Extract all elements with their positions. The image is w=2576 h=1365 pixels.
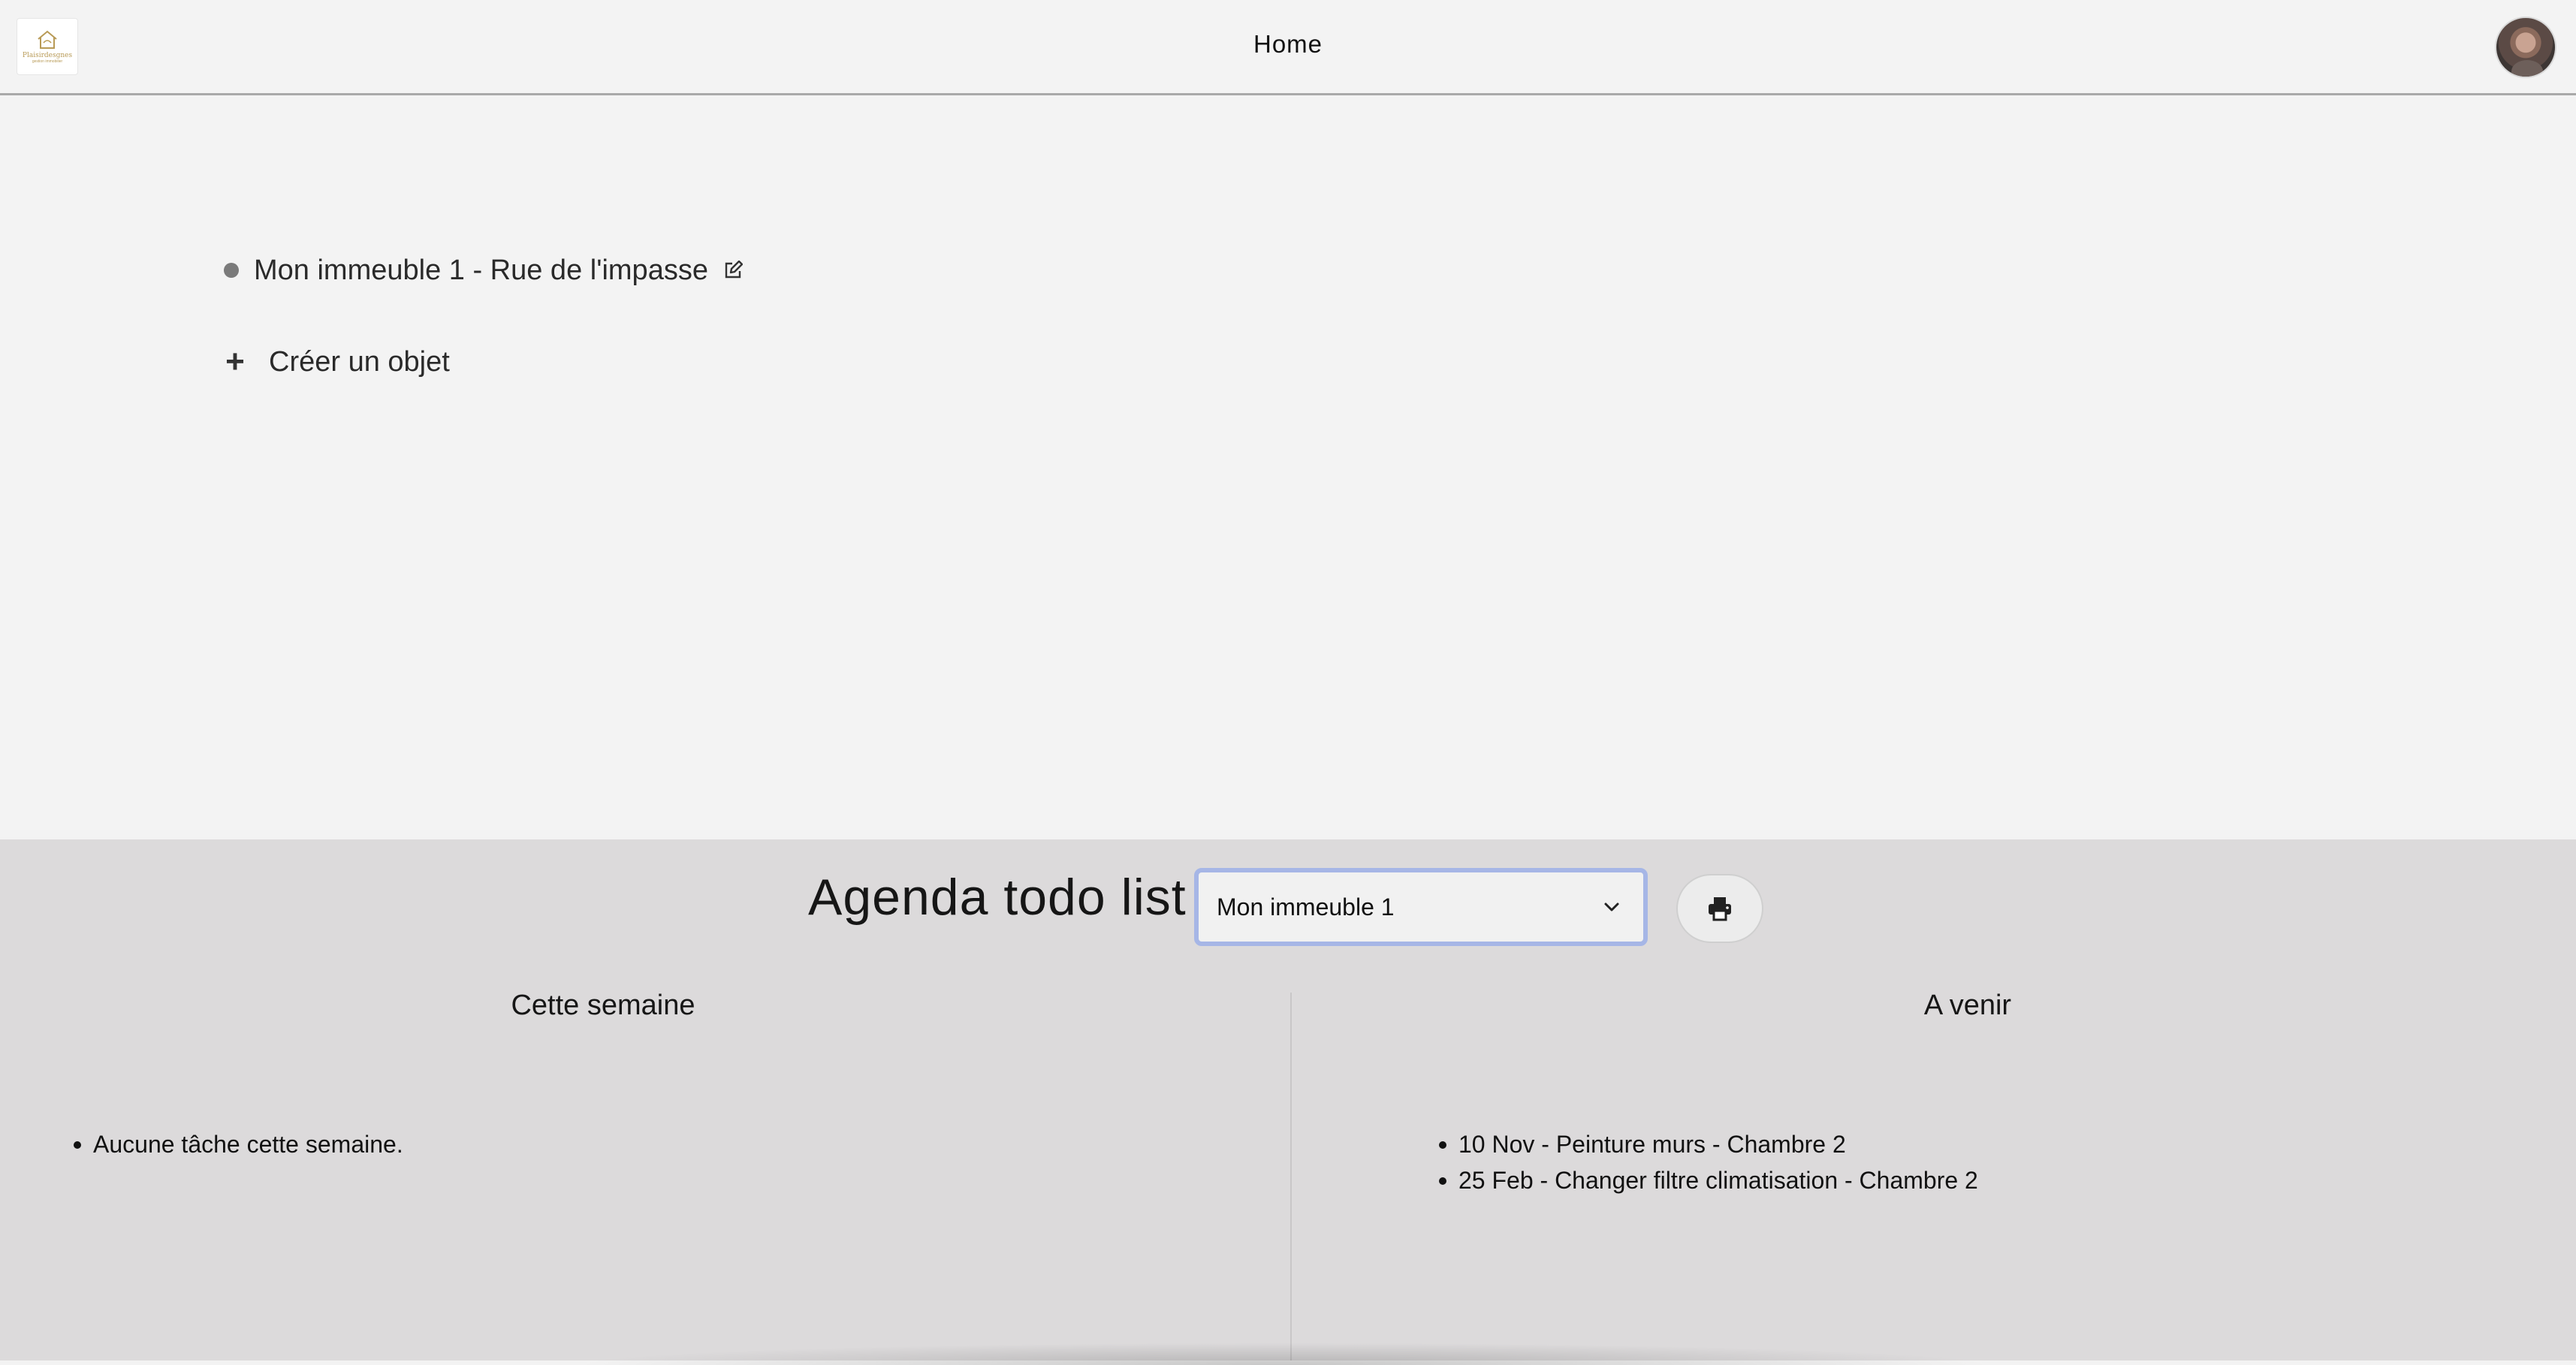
plus-icon: + [225,343,245,380]
agenda-title: Agenda todo list [808,869,1187,926]
building-select-value: Mon immeuble 1 [1217,893,1395,921]
page-title: Home [1253,30,1323,58]
list-item: Aucune tâche cette semaine. [74,1126,403,1162]
bullet-dot [224,263,239,278]
building-label[interactable]: Mon immeuble 1 - Rue de l'impasse [254,255,708,287]
list-item[interactable]: 10 Nov - Peinture murs - Chambre 2 [1439,1126,1978,1162]
upcoming-heading: A venir [1923,990,2012,1021]
print-button[interactable] [1676,874,1763,943]
this-week-heading: Cette semaine [511,990,695,1021]
bottom-shadow [571,1342,1998,1365]
this-week-list: Aucune tâche cette semaine. [74,1126,403,1162]
main-content: Mon immeuble 1 - Rue de l'impasse + Crée… [0,98,2576,839]
upcoming-list: 10 Nov - Peinture murs - Chambre 2 25 Fe… [1439,1126,1978,1198]
agenda-panel: Agenda todo list Mon immeuble 1 Cette se… [0,839,2576,1365]
building-select[interactable]: Mon immeuble 1 [1194,868,1648,946]
create-object-label: Créer un objet [269,345,450,378]
printer-icon [1709,897,1731,921]
chevron-down-icon [1604,902,1619,912]
app-header: Plaisirdesgnes gestion immobilier Home [0,0,2576,95]
user-avatar[interactable] [2495,17,2556,78]
edit-icon[interactable] [722,259,744,282]
logo-subtext: gestion immobilier [32,59,63,64]
create-object-button[interactable]: + Créer un objet [224,339,450,384]
list-item[interactable]: 25 Feb - Changer filtre climatisation - … [1439,1162,1978,1198]
building-list-item[interactable]: Mon immeuble 1 - Rue de l'impasse [224,248,744,293]
column-divider [1290,993,1292,1360]
